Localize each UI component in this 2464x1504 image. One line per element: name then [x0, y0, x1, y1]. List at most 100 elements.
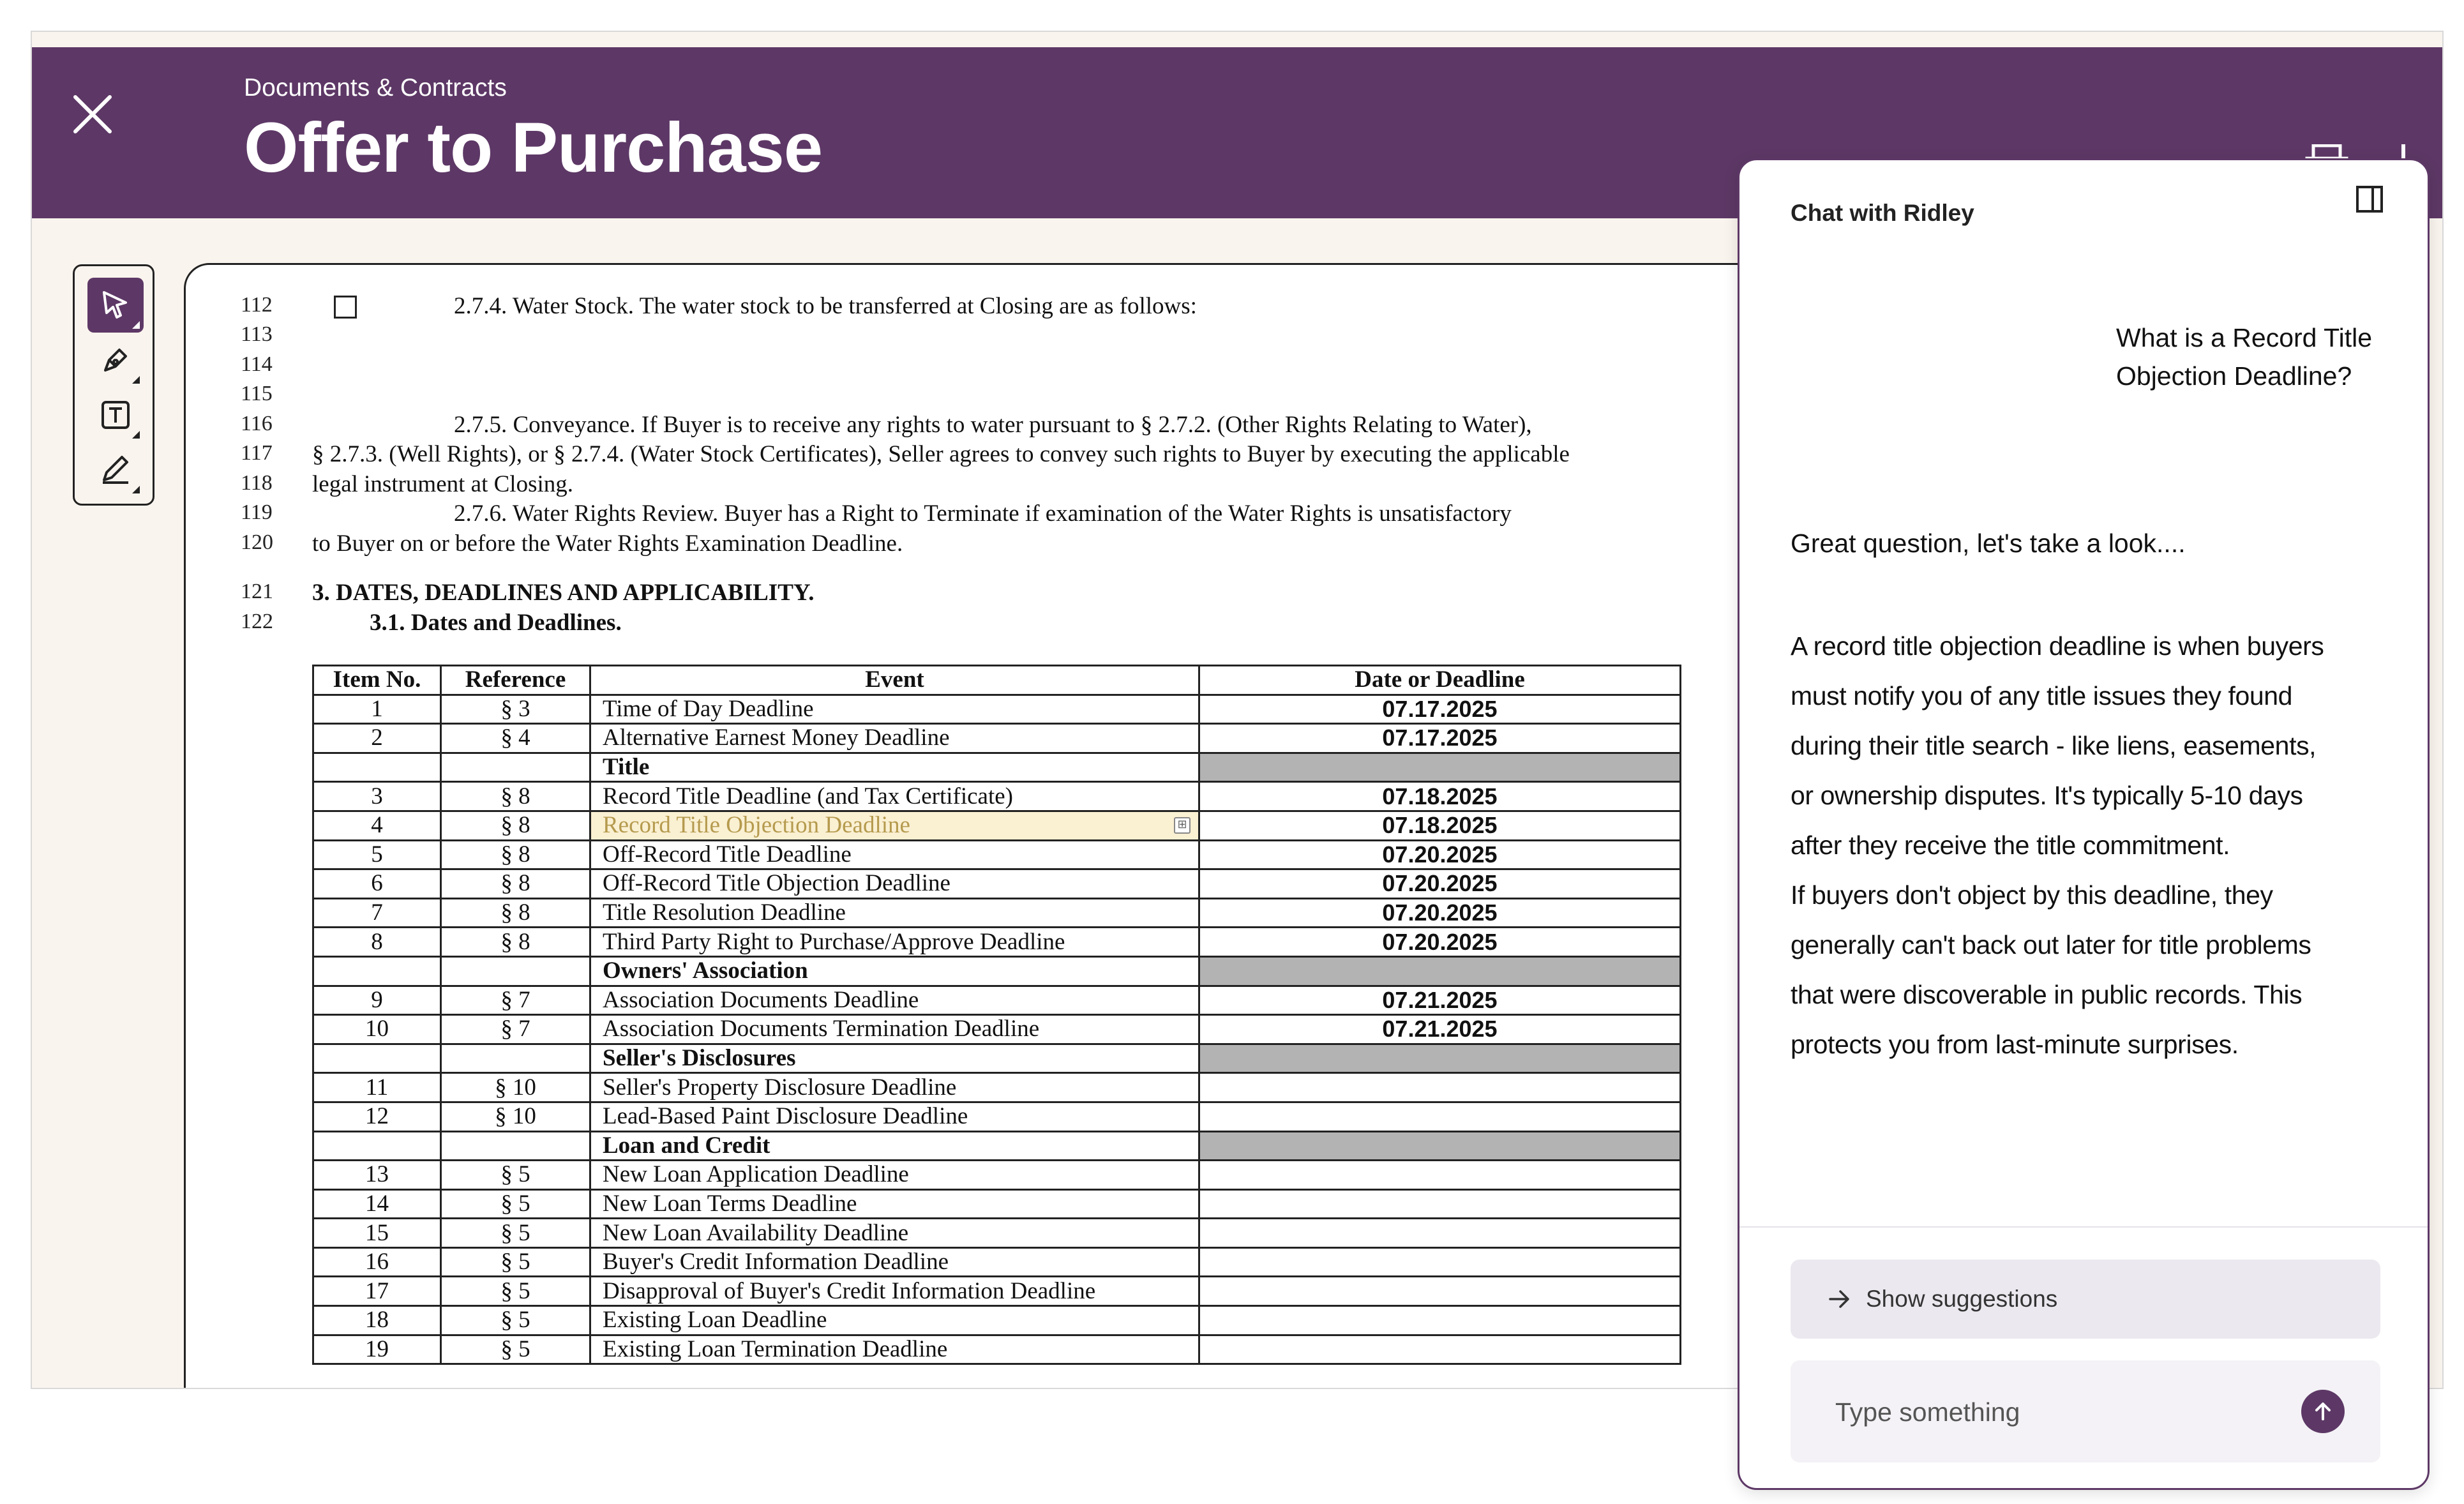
cell-event: Off-Record Title Objection Deadline — [589, 868, 1200, 899]
dates-deadlines-table: Item No. Reference Event Date or Deadlin… — [312, 665, 1681, 1365]
cell-event: Seller's Disclosures — [589, 1042, 1200, 1074]
bot-answer-paragraph-2: If buyers don't object by this deadline,… — [1791, 880, 2311, 1059]
cell-reference: § 5 — [440, 1246, 591, 1278]
table-row[interactable]: 15 § 5 New Loan Availability Deadline — [312, 1217, 1681, 1249]
table-row[interactable]: 10 § 7 Association Documents Termination D… — [312, 1014, 1681, 1045]
cell-reference: § 7 — [440, 1014, 591, 1045]
table-row[interactable]: 17 § 5 Disapproval of Buyer's Credit Infor… — [312, 1275, 1681, 1307]
table-row[interactable]: 5 § 8 Off-Record Title Deadline 07.20.2025 — [312, 839, 1681, 871]
cell-reference: § 3 — [440, 693, 591, 725]
cell-date — [1198, 1072, 1681, 1103]
cell-item-no: 5 — [312, 839, 442, 871]
cell-reference: § 8 — [440, 926, 591, 958]
table-row[interactable]: 18 § 5 Existing Loan Deadline — [312, 1305, 1681, 1336]
cell-reference: § 5 — [440, 1217, 591, 1249]
chat-input-container — [1791, 1360, 2380, 1463]
cell-reference — [440, 751, 591, 783]
cell-date — [1198, 1188, 1681, 1220]
table-row[interactable]: 14 § 5 New Loan Terms Deadline — [312, 1188, 1681, 1220]
send-button[interactable] — [2301, 1390, 2345, 1433]
line-number: 115 — [241, 382, 273, 405]
cell-date: 07.17.2025 — [1198, 693, 1681, 725]
close-button[interactable] — [70, 92, 115, 137]
document-line: to Buyer on or before the Water Rights E… — [312, 530, 903, 557]
table-row[interactable]: 13 § 5 New Loan Application Deadline — [312, 1159, 1681, 1191]
bot-answer-paragraph-1: A record title objection deadline is whe… — [1791, 631, 2324, 860]
table-section-row[interactable]: Loan and Credit — [312, 1130, 1681, 1162]
cell-item-no: 18 — [312, 1305, 442, 1336]
cell-reference: § 8 — [440, 781, 591, 812]
line-number: 118 — [241, 471, 273, 495]
table-row[interactable]: 4 § 8 Record Title Objection Deadline ⊞ 07.1… — [312, 809, 1681, 841]
cell-event: Association Documents Termination Deadli… — [589, 1014, 1200, 1045]
cell-reference — [440, 1042, 591, 1074]
chat-input[interactable] — [1834, 1386, 2283, 1438]
table-row[interactable]: 16 § 5 Buyer's Credit Information Deadline — [312, 1246, 1681, 1278]
cursor-select-icon — [103, 291, 127, 319]
cell-item-no: 6 — [312, 868, 442, 899]
cell-reference — [440, 955, 591, 987]
document-viewer[interactable]: 112 2.7.4. Water Stock. The water stock t… — [184, 263, 1780, 1388]
page-title: Offer to Purchase — [244, 109, 823, 187]
cell-event: Existing Loan Termination Deadline — [589, 1334, 1200, 1365]
text-box-icon — [101, 401, 130, 429]
cell-event: Title Resolution Deadline — [589, 897, 1200, 929]
comment-icon[interactable]: ⊞ — [1174, 816, 1191, 834]
document-line: 2.7.6. Water Rights Review. Buyer has a … — [454, 500, 1512, 527]
cell-event: Buyer's Credit Information Deadline — [589, 1246, 1200, 1278]
breadcrumb[interactable]: Documents & Contracts — [244, 74, 507, 102]
annotation-toolbar — [73, 264, 154, 506]
column-header-date: Date or Deadline — [1198, 665, 1681, 696]
table-row[interactable]: 19 § 5 Existing Loan Termination Deadline — [312, 1334, 1681, 1365]
table-row[interactable]: 9 § 7 Association Documents Deadline 07.21.… — [312, 984, 1681, 1016]
table-row[interactable]: 8 § 8 Third Party Right to Purchase/Approv… — [312, 926, 1681, 958]
cell-reference: § 8 — [440, 868, 591, 899]
cell-item-no: 13 — [312, 1159, 442, 1191]
table-row[interactable]: 7 § 8 Title Resolution Deadline 07.20.2025 — [312, 897, 1681, 929]
cell-item-no — [312, 1042, 442, 1074]
cell-reference — [440, 1130, 591, 1162]
select-tool[interactable] — [87, 278, 144, 333]
cell-item-no — [312, 751, 442, 783]
cell-event: Seller's Property Disclosure Deadline — [589, 1072, 1200, 1103]
table-row[interactable]: 12 § 10 Lead-Based Paint Disclosure Deadli… — [312, 1101, 1681, 1132]
line-number: 114 — [241, 352, 273, 376]
highlight-tool[interactable] — [87, 442, 144, 497]
table-section-row[interactable]: Seller's Disclosures — [312, 1042, 1681, 1074]
table-row[interactable]: 3 § 8 Record Title Deadline (and Tax Certi… — [312, 781, 1681, 812]
pen-tool[interactable] — [87, 333, 144, 387]
table-row[interactable]: 6 § 8 Off-Record Title Objection Deadline 0… — [312, 868, 1681, 899]
cell-date: 07.20.2025 — [1198, 926, 1681, 958]
cell-item-no — [312, 1130, 442, 1162]
cell-event: Alternative Earnest Money Deadline — [589, 723, 1200, 754]
cell-item-no: 10 — [312, 1014, 442, 1045]
table-row[interactable]: 2 § 4 Alternative Earnest Money Deadline 07… — [312, 723, 1681, 754]
cell-item-no: 17 — [312, 1275, 442, 1307]
show-suggestions-button[interactable]: Show suggestions — [1791, 1260, 2380, 1339]
cell-date — [1198, 1130, 1681, 1162]
pen-icon — [104, 349, 127, 372]
toggle-panel-button[interactable] — [2355, 184, 2384, 214]
text-tool[interactable] — [87, 387, 144, 442]
table-row[interactable]: 11 § 10 Seller's Property Disclosure Deadl… — [312, 1072, 1681, 1103]
cell-item-no: 7 — [312, 897, 442, 929]
line-number: 120 — [241, 530, 273, 554]
cell-reference: § 5 — [440, 1159, 591, 1191]
column-header-item-no: Item No. — [312, 665, 442, 696]
cell-event: Off-Record Title Deadline — [589, 839, 1200, 871]
table-section-row[interactable]: Owners' Association — [312, 955, 1681, 987]
cell-reference: § 5 — [440, 1275, 591, 1307]
table-section-row[interactable]: Title — [312, 751, 1681, 783]
line-number: 122 — [241, 610, 273, 633]
close-icon — [73, 95, 112, 133]
sidebar-panel-icon — [2356, 186, 2383, 213]
cell-event: New Loan Application Deadline — [589, 1159, 1200, 1191]
cell-item-no: 14 — [312, 1188, 442, 1220]
cell-event: Lead-Based Paint Disclosure Deadline — [589, 1101, 1200, 1132]
table-row[interactable]: 1 § 3 Time of Day Deadline 07.17.2025 — [312, 693, 1681, 725]
cell-date: 07.20.2025 — [1198, 839, 1681, 871]
cell-date: 07.20.2025 — [1198, 868, 1681, 899]
cell-event: Third Party Right to Purchase/Approve De… — [589, 926, 1200, 958]
water-stock-checkbox[interactable] — [334, 296, 357, 319]
cell-event: Owners' Association — [589, 955, 1200, 987]
